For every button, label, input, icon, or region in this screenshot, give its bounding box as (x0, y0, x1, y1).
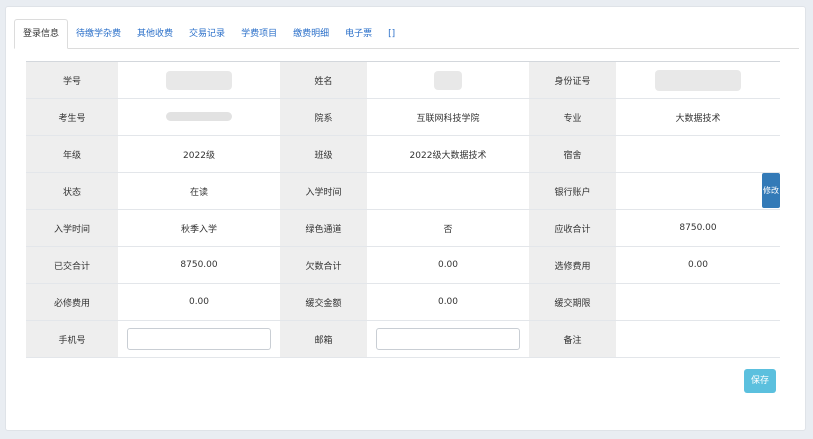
paid-total-label: 已交合计 (26, 246, 118, 284)
class-value: 2022级大数据技术 (367, 135, 529, 173)
phone-input[interactable] (127, 328, 271, 350)
owed-total-label: 欠数合计 (280, 246, 367, 284)
phone-label: 手机号 (26, 320, 118, 358)
receivable-total-value: 8750.00 (616, 209, 780, 247)
dormitory-label: 宿舍 (529, 135, 616, 173)
email-cell (367, 320, 529, 358)
grade-value: 2022级 (118, 135, 280, 173)
tab-other-charges[interactable]: 其他收费 (129, 20, 181, 48)
email-label: 邮箱 (280, 320, 367, 358)
status-label: 状态 (26, 172, 118, 210)
table-row: 已交合计 8750.00 欠数合计 0.00 选修费用 0.00 (26, 246, 780, 284)
tab-bar: 登录信息 待缴学杂费 其他收费 交易记录 学费项目 缴费明细 电子票 [] (14, 19, 799, 49)
remarks-label: 备注 (529, 320, 616, 358)
exam-number-value (118, 98, 280, 136)
deferred-deadline-value (616, 283, 780, 321)
department-label: 院系 (280, 98, 367, 136)
green-channel-value: 否 (367, 209, 529, 247)
table-row: 学号 姓名 身份证号 (26, 61, 780, 99)
class-label: 班级 (280, 135, 367, 173)
enrollment-time-value (367, 172, 529, 210)
table-row: 手机号 邮箱 备注 (26, 320, 780, 358)
student-info-table: 学号 姓名 身份证号 考生号 院系 互联网科技学院 专业 大数据技术 年级 20… (26, 61, 780, 358)
edit-button[interactable]: 修改 (762, 173, 780, 208)
redacted-mask (166, 112, 232, 121)
remarks-value (616, 320, 780, 358)
tab-login-info[interactable]: 登录信息 (14, 19, 69, 49)
tab-empty[interactable]: [] (380, 20, 403, 48)
enrollment-season-label: 入学时间 (26, 209, 118, 247)
receivable-total-label: 应收合计 (529, 209, 616, 247)
tab-payment-details[interactable]: 缴费明细 (285, 20, 337, 48)
exam-number-label: 考生号 (26, 98, 118, 136)
phone-cell (118, 320, 280, 358)
table-row: 必修费用 0.00 缓交金额 0.00 缓交期限 (26, 283, 780, 321)
tab-pending-fees[interactable]: 待缴学杂费 (68, 20, 129, 48)
deferred-amount-label: 缓交金额 (280, 283, 367, 321)
id-card-label: 身份证号 (529, 61, 616, 99)
student-id-label: 学号 (26, 61, 118, 99)
deferred-amount-value: 0.00 (367, 283, 529, 321)
enrollment-time-label: 入学时间 (280, 172, 367, 210)
redacted-mask (166, 70, 232, 90)
grade-label: 年级 (26, 135, 118, 173)
owed-total-value: 0.00 (367, 246, 529, 284)
enrollment-season-value: 秋季入学 (118, 209, 280, 247)
student-id-value (118, 61, 280, 99)
tab-transaction-records[interactable]: 交易记录 (181, 20, 233, 48)
major-value: 大数据技术 (616, 98, 780, 136)
major-label: 专业 (529, 98, 616, 136)
department-value: 互联网科技学院 (367, 98, 529, 136)
paid-total-value: 8750.00 (118, 246, 280, 284)
bank-account-label: 银行账户 (529, 172, 616, 210)
bank-account-value: 修改 (616, 172, 780, 210)
table-row: 考生号 院系 互联网科技学院 专业 大数据技术 (26, 98, 780, 136)
redacted-mask (655, 69, 741, 91)
elective-fee-value: 0.00 (616, 246, 780, 284)
name-value (367, 61, 529, 99)
required-fee-label: 必修费用 (26, 283, 118, 321)
table-row: 入学时间 秋季入学 绿色通道 否 应收合计 8750.00 (26, 209, 780, 247)
required-fee-value: 0.00 (118, 283, 280, 321)
tab-tuition-items[interactable]: 学费项目 (233, 20, 285, 48)
deferred-deadline-label: 缓交期限 (529, 283, 616, 321)
table-row: 年级 2022级 班级 2022级大数据技术 宿舍 (26, 135, 780, 173)
email-input[interactable] (376, 328, 520, 350)
save-button[interactable]: 保存 (744, 369, 776, 393)
status-value: 在读 (118, 172, 280, 210)
elective-fee-label: 选修费用 (529, 246, 616, 284)
tab-e-invoice[interactable]: 电子票 (337, 20, 380, 48)
id-card-value (616, 61, 780, 99)
dormitory-value (616, 135, 780, 173)
redacted-mask (434, 70, 462, 90)
name-label: 姓名 (280, 61, 367, 99)
green-channel-label: 绿色通道 (280, 209, 367, 247)
table-row: 状态 在读 入学时间 银行账户 修改 (26, 172, 780, 210)
